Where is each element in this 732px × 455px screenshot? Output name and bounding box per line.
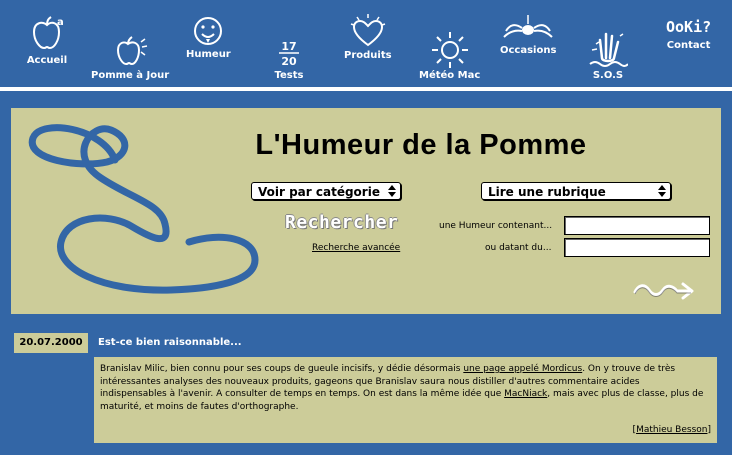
advanced-search-link[interactable]: Recherche avancée: [312, 243, 400, 253]
nav-accueil[interactable]: a Accueil: [26, 15, 68, 66]
select-arrows-icon: [387, 185, 397, 197]
nav-tests[interactable]: 17 20 Tests: [274, 38, 304, 81]
news-article: Branislav Milic, bien connu pour ses cou…: [94, 357, 717, 443]
svg-text:a: a: [57, 17, 64, 28]
nav-accueil-label: Accueil: [26, 55, 68, 66]
apple-sparkle-icon: [117, 36, 148, 66]
search-text-input[interactable]: [564, 216, 710, 235]
heart-icon: [350, 14, 386, 47]
page-title: L'Humeur de la Pomme: [255, 129, 587, 161]
svg-text:17: 17: [281, 40, 296, 53]
nav-humeur-label: Humeur: [186, 49, 231, 60]
ooki-logo: OoKi?: [666, 18, 712, 36]
nav-contact-label: Contact: [666, 40, 711, 51]
nav-produits-label: Produits: [344, 50, 392, 61]
nav-occasions-label: Occasions: [500, 45, 557, 56]
main-navigation: a Accueil Pomme à Jour Humeur 17 20 Test…: [0, 0, 732, 91]
nav-contact[interactable]: OoKi? Contact: [666, 16, 711, 51]
rubrique-select-value: Lire une rubrique: [488, 185, 606, 199]
category-select-value: Voir par catégorie: [258, 185, 380, 199]
nav-meteo-mac[interactable]: Météo Mac: [419, 30, 480, 81]
nav-humeur[interactable]: Humeur: [186, 15, 231, 60]
drowning-hand-icon: [589, 32, 628, 67]
category-select[interactable]: Voir par catégorie: [251, 182, 401, 200]
search-heading: Rechercher: [285, 212, 399, 233]
nav-tests-label: Tests: [274, 70, 304, 81]
spider-icon: [503, 15, 553, 38]
svg-text:20: 20: [281, 55, 297, 68]
nav-divider: [0, 87, 732, 91]
news-title: Est-ce bien raisonnable...: [98, 337, 242, 348]
apple-icon: a: [32, 16, 64, 50]
nav-produits[interactable]: Produits: [344, 14, 392, 61]
news-body: Branislav Milic, bien connu pour ses cou…: [100, 363, 709, 413]
nav-occasions[interactable]: Occasions: [500, 15, 556, 56]
nav-pomme-a-jour-label: Pomme à Jour: [91, 70, 170, 81]
sun-icon: [431, 32, 468, 68]
score-fraction-icon: 17 20: [279, 40, 299, 68]
author-link[interactable]: Mathieu Besson: [636, 425, 707, 435]
news-date-badge: 20.07.2000: [14, 333, 88, 353]
news-author: [Mathieu Besson]: [633, 424, 711, 437]
macniack-link[interactable]: MacNiack: [504, 389, 547, 399]
nav-pomme-a-jour[interactable]: Pomme à Jour: [91, 36, 169, 81]
rubrique-select[interactable]: Lire une rubrique: [481, 182, 671, 200]
nav-meteo-mac-label: Météo Mac: [419, 70, 481, 81]
news-text-1: Branislav Milic, bien connu pour ses cou…: [100, 364, 464, 374]
mordicus-link[interactable]: une page appelé Mordicus: [463, 364, 582, 374]
select-arrows-icon: [657, 185, 667, 197]
search-date-input[interactable]: [564, 238, 710, 257]
nav-sos-label: S.O.S: [592, 70, 624, 81]
smiley-face-icon: [194, 17, 223, 45]
search-go-arrow-icon[interactable]: [631, 278, 697, 304]
label-datant-du: ou datant du...: [485, 243, 552, 253]
author-bracket-close: ]: [707, 424, 711, 435]
nav-sos[interactable]: S.O.S: [588, 28, 628, 81]
humeur-banner: L'Humeur de la Pomme Voir par catégorie …: [11, 108, 721, 314]
label-humeur-contenant: une Humeur contenant...: [439, 221, 553, 231]
